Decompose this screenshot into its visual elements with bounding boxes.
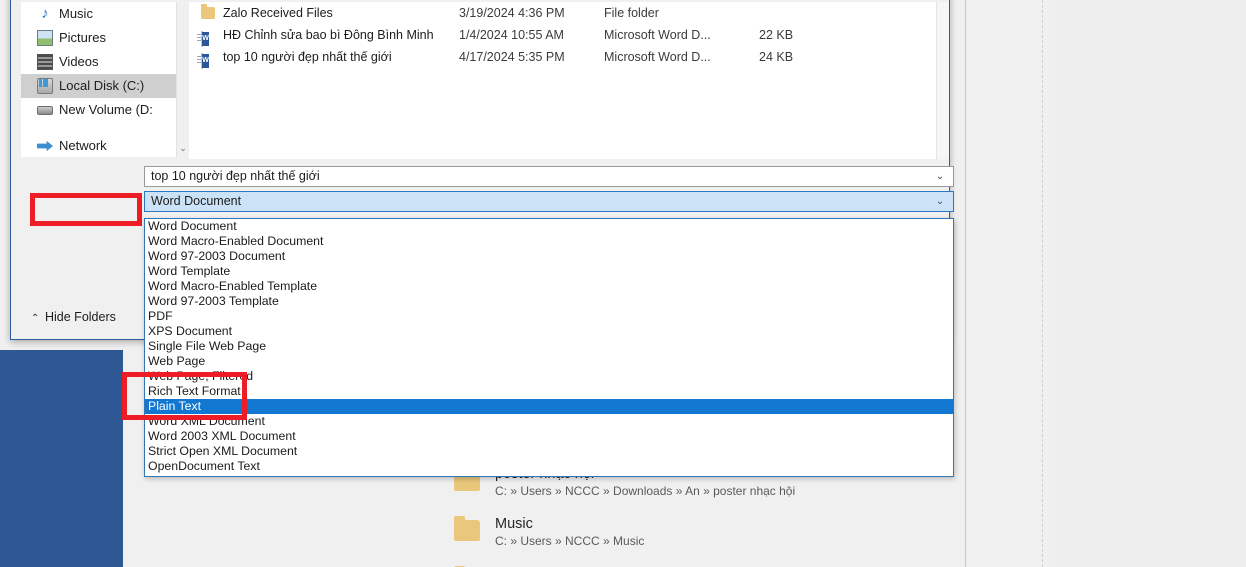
chevron-up-icon: ⌃ bbox=[31, 313, 40, 324]
menu-item-web-page[interactable]: Web Page bbox=[145, 354, 953, 369]
hard-disk-icon bbox=[37, 78, 53, 94]
page-edge-dashed bbox=[1042, 0, 1043, 567]
file-name-row: File name: top 10 người đẹp nhất thế giớ… bbox=[11, 166, 954, 188]
chevron-down-icon[interactable]: ⌄ bbox=[932, 192, 948, 211]
table-row[interactable]: top 10 người đẹp nhất thế giới 4/17/2024… bbox=[189, 46, 949, 69]
menu-item-plain-text[interactable]: Plain Text bbox=[145, 399, 953, 414]
table-row[interactable]: Zalo Received Files 3/19/2024 4:36 PM Fi… bbox=[189, 2, 949, 24]
table-row[interactable]: HĐ Chỉnh sửa bao bì Đông Bình Minh 1/4/2… bbox=[189, 24, 949, 47]
network-icon bbox=[37, 140, 53, 152]
chevron-down-icon[interactable]: ⌄ bbox=[177, 141, 189, 155]
recent-folders-list: poster nhạc hội C: » Users » NCCC » Down… bbox=[440, 462, 960, 567]
sidebar-item-music[interactable]: ♪ Music bbox=[21, 2, 176, 26]
file-type: Microsoft Word D... bbox=[604, 50, 711, 64]
navigation-pane: ♪ Music Pictures Videos Local Disk (C:) bbox=[21, 2, 176, 157]
sidebar-item-local-disk-c[interactable]: Local Disk (C:) bbox=[21, 74, 176, 98]
list-item[interactable]: Pictures bbox=[440, 562, 960, 567]
file-name: top 10 người đẹp nhất thế giới bbox=[223, 50, 392, 64]
sidebar-item-label: Local Disk (C:) bbox=[59, 78, 145, 93]
save-as-type-value: Word Document bbox=[151, 194, 242, 208]
folder-icon bbox=[454, 516, 480, 541]
file-date-modified: 4/17/2024 5:35 PM bbox=[459, 50, 565, 64]
page-edge-left bbox=[965, 0, 966, 567]
sidebar-item-label: Music bbox=[59, 6, 93, 21]
screen: poster nhạc hội C: » Users » NCCC » Down… bbox=[0, 0, 1246, 567]
navigation-pane-scrollbar[interactable]: ⌄ bbox=[176, 2, 189, 157]
word-document-icon bbox=[201, 53, 203, 69]
folder-icon bbox=[201, 4, 215, 19]
recent-folder-name: Music bbox=[495, 516, 533, 532]
sidebar-item-label: New Volume (D: bbox=[59, 102, 153, 117]
menu-item-word-macro-enabled-document[interactable]: Word Macro-Enabled Document bbox=[145, 234, 953, 249]
sidebar-item-label: Network bbox=[59, 138, 107, 153]
recent-folder-path: C: » Users » NCCC » Downloads » An » pos… bbox=[495, 484, 796, 498]
menu-item-opendocument-text[interactable]: OpenDocument Text bbox=[145, 459, 953, 474]
file-date-modified: 1/4/2024 10:55 AM bbox=[459, 28, 564, 42]
sidebar-item-videos[interactable]: Videos bbox=[21, 50, 176, 74]
recent-folder-path: C: » Users » NCCC » Music bbox=[495, 534, 645, 548]
file-name: HĐ Chỉnh sửa bao bì Đông Bình Minh bbox=[223, 28, 434, 42]
file-date-modified: 3/19/2024 4:36 PM bbox=[459, 6, 565, 20]
dialog-body: ♪ Music Pictures Videos Local Disk (C:) bbox=[11, 2, 949, 159]
menu-item-word-xml-document[interactable]: Word XML Document bbox=[145, 414, 953, 429]
drive-icon bbox=[37, 106, 53, 115]
menu-item-word-document[interactable]: Word Document bbox=[145, 219, 953, 234]
menu-item-word-2003-xml-document[interactable]: Word 2003 XML Document bbox=[145, 429, 953, 444]
file-type: File folder bbox=[604, 6, 659, 20]
list-item[interactable]: Music C: » Users » NCCC » Music bbox=[440, 512, 960, 562]
hide-folders-label: Hide Folders bbox=[45, 310, 116, 324]
save-as-type-select[interactable]: Word Document ⌄ bbox=[144, 191, 954, 212]
menu-item-word-97-2003-template[interactable]: Word 97-2003 Template bbox=[145, 294, 953, 309]
sidebar-item-pictures[interactable]: Pictures bbox=[21, 26, 176, 50]
file-name-value: top 10 người đẹp nhất thế giới bbox=[151, 169, 320, 183]
word-document-icon bbox=[201, 31, 203, 47]
sidebar-item-label: Pictures bbox=[59, 30, 106, 45]
chevron-down-icon[interactable]: ⌄ bbox=[932, 167, 948, 186]
menu-item-rich-text-format[interactable]: Rich Text Format bbox=[145, 384, 953, 399]
save-as-type-row: Save as type: Word Document ⌄ bbox=[11, 191, 954, 213]
file-size: 24 KB bbox=[759, 50, 794, 64]
pictures-icon bbox=[37, 30, 53, 46]
sidebar-item-new-volume-d[interactable]: New Volume (D: bbox=[21, 98, 176, 122]
hide-folders-button[interactable]: ⌃ Hide Folders bbox=[31, 309, 116, 327]
file-name: Zalo Received Files bbox=[223, 6, 333, 20]
menu-item-word-97-2003-document[interactable]: Word 97-2003 Document bbox=[145, 249, 953, 264]
menu-item-word-macro-enabled-template[interactable]: Word Macro-Enabled Template bbox=[145, 279, 953, 294]
word-canvas-right bbox=[1055, 0, 1246, 567]
menu-item-single-file-web-page[interactable]: Single File Web Page bbox=[145, 339, 953, 354]
file-size: 22 KB bbox=[759, 28, 794, 42]
word-document-blue-panel bbox=[0, 350, 123, 567]
music-note-icon: ♪ bbox=[41, 5, 49, 22]
save-as-type-dropdown-list[interactable]: Word Document Word Macro-Enabled Documen… bbox=[144, 218, 954, 477]
file-list: Zalo Received Files 3/19/2024 4:36 PM Fi… bbox=[189, 2, 949, 159]
menu-item-word-template[interactable]: Word Template bbox=[145, 264, 953, 279]
menu-item-strict-open-xml-document[interactable]: Strict Open XML Document bbox=[145, 444, 953, 459]
save-as-dialog: ♪ Music Pictures Videos Local Disk (C:) bbox=[10, 0, 954, 477]
file-name-input[interactable]: top 10 người đẹp nhất thế giới ⌄ bbox=[144, 166, 954, 187]
videos-icon bbox=[37, 54, 53, 70]
sidebar-item-label: Videos bbox=[59, 54, 99, 69]
recent-folder-name: Pictures bbox=[495, 562, 960, 567]
menu-item-web-page-filtered[interactable]: Web Page, Filtered bbox=[145, 369, 953, 384]
file-list-scrollbar[interactable] bbox=[936, 2, 949, 159]
menu-item-pdf[interactable]: PDF bbox=[145, 309, 953, 324]
sidebar-item-network[interactable]: Network bbox=[21, 134, 176, 157]
file-type: Microsoft Word D... bbox=[604, 28, 711, 42]
menu-item-xps-document[interactable]: XPS Document bbox=[145, 324, 953, 339]
